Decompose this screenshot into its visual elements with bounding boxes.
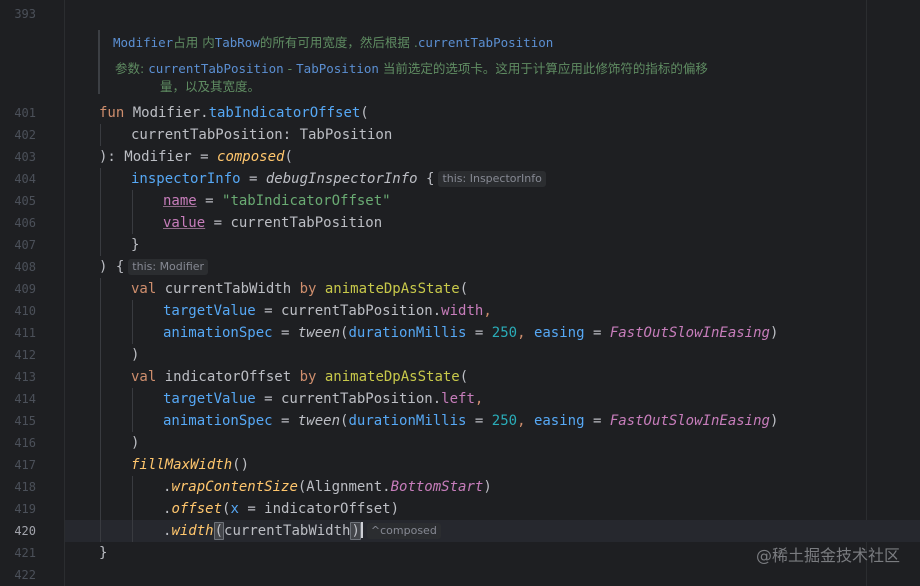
indent-guide: [100, 278, 101, 542]
line-number: 416: [14, 436, 36, 450]
watermark: @稀土掘金技术社区: [755, 546, 900, 565]
inlay-hint: this: Modifier: [128, 259, 209, 275]
line-number: 412: [14, 348, 36, 362]
indent-guide: [100, 124, 101, 146]
code-line[interactable]: targetValue = currentTabPosition.left,: [163, 388, 483, 410]
line-number: 419: [14, 502, 36, 516]
line-number: 411: [14, 326, 36, 340]
doc-summary: Modifier占用 内TabRow的所有可用宽度，然后根据 .currentT…: [113, 35, 554, 50]
code-line[interactable]: name = "tabIndicatorOffset": [163, 190, 391, 212]
code-line[interactable]: ) {this: Modifier: [99, 256, 209, 278]
line-number: 415: [14, 414, 36, 428]
line-number: 393: [14, 7, 36, 21]
line-number: 418: [14, 480, 36, 494]
code-line[interactable]: }: [131, 234, 139, 256]
line-number: 402: [14, 128, 36, 142]
line-number: 404: [14, 172, 36, 186]
line-number: 401: [14, 106, 36, 120]
indent-guide: [132, 190, 133, 234]
doc-param: 参数: currentTabPosition - TabPosition 当前选…: [115, 61, 708, 76]
code-line[interactable]: val indicatorOffset by animateDpAsState(: [131, 366, 468, 388]
code-line[interactable]: currentTabPosition: TabPosition: [131, 124, 392, 146]
code-line[interactable]: fillMaxWidth(): [131, 454, 249, 476]
right-margin-guide: [866, 0, 867, 586]
line-number: 406: [14, 216, 36, 230]
code-line[interactable]: animationSpec = tween(durationMillis = 2…: [163, 410, 778, 432]
text-caret: [360, 522, 363, 538]
code-line[interactable]: value = currentTabPosition: [163, 212, 382, 234]
line-number: 414: [14, 392, 36, 406]
inlay-hint: ^composed: [366, 523, 441, 539]
line-number: 408: [14, 260, 36, 274]
code-line-current[interactable]: .width(currentTabWidth) ^composed: [163, 520, 441, 542]
doc-param-name[interactable]: currentTabPosition: [148, 61, 283, 76]
code-line[interactable]: val currentTabWidth by animateDpAsState(: [131, 278, 468, 300]
code-line[interactable]: }: [99, 542, 107, 564]
code-line[interactable]: ): [131, 432, 139, 454]
line-number: 421: [14, 546, 36, 560]
line-number-current: 420: [14, 524, 36, 538]
line-number: 407: [14, 238, 36, 252]
code-line[interactable]: inspectorInfo = debugInspectorInfo {this…: [131, 168, 546, 190]
line-number: 410: [14, 304, 36, 318]
code-line[interactable]: animationSpec = tween(durationMillis = 2…: [163, 322, 778, 344]
inlay-hint: this: InspectorInfo: [438, 171, 546, 187]
line-number: 422: [14, 568, 36, 582]
code-editor[interactable]: 393 401 402 403 404 405 406 407 408 409 …: [0, 0, 920, 586]
code-line[interactable]: ): [131, 344, 139, 366]
code-line[interactable]: fun Modifier.tabIndicatorOffset(: [99, 102, 369, 124]
doc-code-ref[interactable]: currentTabPosition: [418, 35, 553, 50]
code-line[interactable]: .wrapContentSize(Alignment.BottomStart): [163, 476, 492, 498]
doc-param-type[interactable]: TabPosition: [296, 61, 379, 76]
doc-code-ref[interactable]: Modifier: [113, 35, 173, 50]
indent-guide: [100, 168, 101, 256]
code-line[interactable]: targetValue = currentTabPosition.width,: [163, 300, 492, 322]
code-line[interactable]: ): Modifier = composed(: [99, 146, 293, 168]
indent-guide: [132, 388, 133, 432]
doc-code-ref[interactable]: TabRow: [215, 35, 260, 50]
line-number: 413: [14, 370, 36, 384]
doc-param-continued: 量，以及其宽度。: [160, 79, 261, 94]
indent-guide: [132, 476, 133, 542]
code-line[interactable]: .offset(x = indicatorOffset): [163, 498, 399, 520]
line-number: 409: [14, 282, 36, 296]
line-number: 405: [14, 194, 36, 208]
rendered-doc-comment: Modifier占用 内TabRow的所有可用宽度，然后根据 .currentT…: [98, 30, 780, 94]
line-number: 403: [14, 150, 36, 164]
line-number: 417: [14, 458, 36, 472]
matched-brace: (: [213, 522, 225, 540]
matched-brace: ): [350, 522, 361, 540]
indent-guide: [132, 300, 133, 344]
